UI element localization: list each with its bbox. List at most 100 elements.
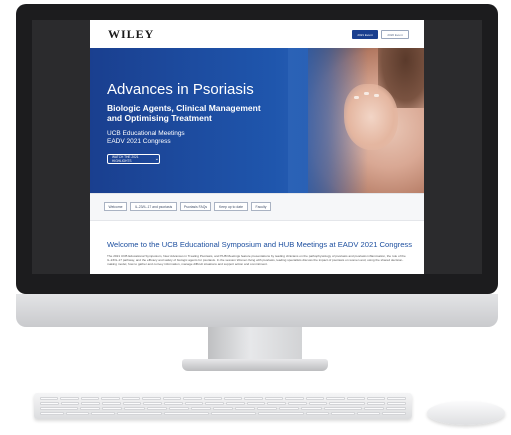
key [163, 412, 210, 415]
nav-item-keep-up-to-date[interactable]: Keep up to date [214, 202, 248, 211]
key [385, 407, 407, 410]
key [246, 402, 266, 405]
key [122, 402, 142, 405]
key [162, 397, 182, 400]
hero-photo [288, 48, 424, 193]
site-header: WILEY 2021 Event 2020 Event [90, 20, 424, 48]
keyboard [34, 393, 412, 419]
watch-highlights-button[interactable]: WATCH THE 2021 HIGHLIGHTS ⌄ [107, 154, 160, 164]
nav-item-il23-il17[interactable]: IL-23/IL-17 and psoriasis [130, 202, 177, 211]
monitor-stand [208, 327, 302, 361]
key [183, 397, 202, 400]
keyboard-row [40, 397, 406, 400]
hero-title: Advances in Psoriasis [107, 81, 254, 98]
key [142, 397, 161, 400]
key [203, 397, 222, 400]
key [305, 397, 325, 400]
key [184, 402, 204, 405]
hero-photo-hand [344, 84, 398, 150]
key [101, 397, 120, 400]
keyboard-row [40, 402, 407, 405]
key [212, 407, 234, 410]
event-2021-button[interactable]: 2021 Event [352, 30, 378, 39]
mouse [427, 401, 505, 425]
hero-meta-line2: EADV 2021 Congress [107, 138, 171, 145]
monitor-chin [16, 294, 498, 327]
monitor-screen: WILEY 2021 Event 2020 Event Advances in … [32, 20, 482, 274]
key [81, 402, 101, 405]
key [387, 397, 406, 400]
key [267, 402, 287, 405]
nav-item-faculty[interactable]: Faculty [251, 202, 271, 211]
key [223, 397, 243, 400]
key [80, 407, 101, 410]
key [190, 407, 211, 410]
section-nav: Welcome IL-23/IL-17 and psoriasis Psoria… [90, 193, 424, 221]
key [164, 402, 183, 405]
key [301, 407, 322, 410]
key [40, 402, 59, 405]
key [146, 407, 167, 410]
key [121, 397, 141, 400]
hero-photo-nail [374, 94, 379, 97]
web-page: WILEY 2021 Event 2020 Event Advances in … [90, 20, 424, 274]
key [346, 397, 365, 400]
monitor-stand-base [182, 359, 328, 371]
key [382, 412, 406, 415]
chevron-down-icon: ⌄ [154, 155, 159, 162]
key [116, 412, 162, 415]
hero-photo-nail [354, 96, 359, 99]
key [323, 407, 362, 410]
key [387, 402, 407, 405]
key [91, 412, 115, 415]
key [367, 397, 386, 400]
key [40, 407, 79, 410]
key [257, 407, 278, 410]
key [326, 397, 345, 400]
welcome-heading: Welcome to the UCB Educational Symposium… [107, 240, 413, 249]
key [102, 402, 121, 405]
key [235, 407, 256, 410]
key [102, 407, 123, 410]
keyboard-row [40, 407, 407, 410]
key [366, 402, 386, 405]
key [205, 402, 225, 405]
nav-item-psoriasis-faqs[interactable]: Psoriasis FAQs [180, 202, 211, 211]
event-2020-button[interactable]: 2020 Event [381, 30, 409, 39]
wiley-logo[interactable]: WILEY [108, 27, 154, 42]
key [60, 397, 79, 400]
hero-meta-line1: UCB Educational Meetings [107, 130, 185, 137]
hero-banner: Advances in Psoriasis Biologic Agents, C… [90, 48, 424, 193]
key [356, 412, 381, 415]
key [168, 407, 189, 410]
key [331, 412, 355, 415]
key [308, 402, 328, 405]
nav-item-welcome[interactable]: Welcome [104, 202, 127, 211]
hero-photo-nail [364, 92, 369, 95]
imac-monitor: WILEY 2021 Event 2020 Event Advances in … [16, 4, 498, 294]
key [40, 412, 64, 415]
hero-subtitle-line2: and Optimising Treatment [107, 113, 212, 123]
key [60, 402, 80, 405]
key [264, 397, 284, 400]
key [226, 402, 245, 405]
key [258, 412, 304, 415]
key [124, 407, 145, 410]
key [40, 397, 59, 400]
key [65, 412, 90, 415]
key [244, 397, 263, 400]
key [329, 402, 365, 405]
key [363, 407, 384, 410]
watch-highlights-label: WATCH THE 2021 HIGHLIGHTS [112, 155, 139, 163]
keyboard-keys [40, 397, 407, 415]
key [80, 397, 100, 400]
hero-subtitle-line1: Biologic Agents, Clinical Management [107, 103, 261, 113]
key [285, 397, 304, 400]
key [288, 402, 307, 405]
key [211, 412, 257, 415]
key [143, 402, 163, 405]
welcome-paragraph: The 2021 UCB Educational Symposium, New … [107, 254, 406, 267]
keyboard-row [40, 412, 406, 415]
key [305, 412, 330, 415]
key [279, 407, 300, 410]
